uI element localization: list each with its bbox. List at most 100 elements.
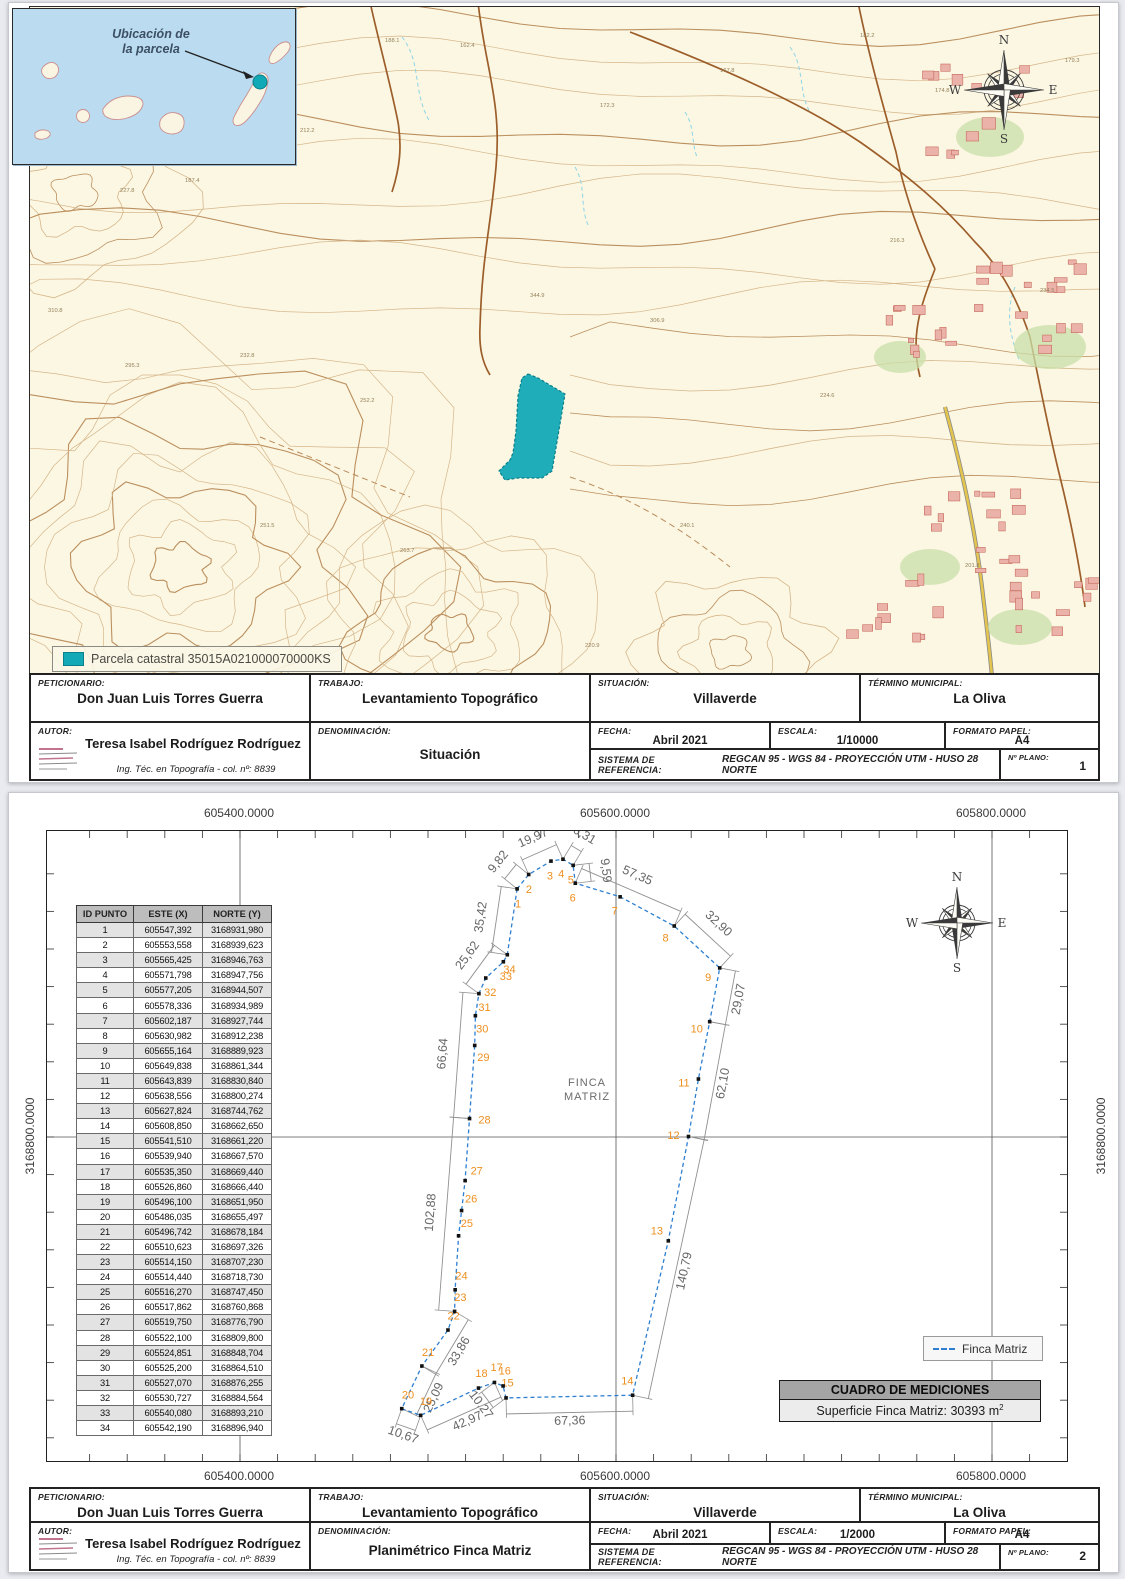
dimension-label: 25,62	[452, 939, 482, 973]
table-row: 16605539,9403168667,570	[77, 1149, 272, 1164]
cell-norte: 3168864,510	[203, 1360, 272, 1375]
point-id-label: 8	[662, 933, 668, 945]
vertex-marker	[631, 1393, 635, 1397]
cell-id: 28	[77, 1330, 134, 1345]
cell-este: 605542,190	[134, 1421, 203, 1436]
cell-norte: 3168830,840	[203, 1073, 272, 1088]
cell-norte: 3168944,507	[203, 983, 272, 998]
cell-id: 14	[77, 1119, 134, 1134]
table-row: 23605514,1503168707,230	[77, 1255, 272, 1270]
elevation-label: 182.2	[860, 33, 875, 39]
table-row: 15605541,5103168661,220	[77, 1134, 272, 1149]
cuadro-title: CUADRO DE MEDICIONES	[780, 1381, 1040, 1400]
vertex-marker	[473, 1044, 477, 1048]
cell-este: 605526,860	[134, 1179, 203, 1194]
table-row: 5605577,2053168944,507	[77, 983, 272, 998]
cell-este: 605524,851	[134, 1345, 203, 1360]
vertex-marker	[400, 1407, 404, 1411]
table-header: NORTE (Y)	[203, 906, 272, 923]
compass-e: E	[998, 916, 1007, 930]
axis-label-top-3: 605800.0000	[956, 806, 1026, 820]
cell-este: 605516,270	[134, 1285, 203, 1300]
cell-id: 29	[77, 1345, 134, 1360]
island-el-hierro	[35, 130, 50, 139]
point-id-label: 25	[461, 1218, 473, 1230]
table-header-row: ID PUNTOESTE (X)NORTE (Y)	[77, 906, 272, 923]
point-id-label: 3	[547, 871, 553, 883]
cell-este: 605547,392	[134, 923, 203, 938]
point-id-label: 4	[558, 869, 564, 881]
titleblock-denominacion: DENOMINACIÓN:Planimétrico Finca Matriz	[310, 1522, 590, 1570]
elevation-label: 162.4	[460, 43, 475, 49]
cell-este: 605510,623	[134, 1239, 203, 1254]
cell-id: 3	[77, 953, 134, 968]
vertex-marker	[667, 1239, 671, 1243]
author-stamp-icon	[37, 1534, 81, 1564]
compass-rose-sheet2: NESW	[906, 870, 1007, 975]
cell-norte: 3168651,950	[203, 1194, 272, 1209]
cell-este: 605530,727	[134, 1390, 203, 1405]
point-id-label: 23	[454, 1292, 466, 1304]
vertex-marker	[502, 960, 506, 964]
cell-norte: 3168744,762	[203, 1104, 272, 1119]
island-gran-canaria	[160, 113, 184, 134]
cell-norte: 3168876,255	[203, 1375, 272, 1390]
cell-este: 605627,824	[134, 1104, 203, 1119]
cell-norte: 3168889,923	[203, 1043, 272, 1058]
cell-norte: 3168747,450	[203, 1285, 272, 1300]
elevation-label: 220.9	[585, 643, 600, 649]
axis-label-top-2: 605600.0000	[580, 806, 650, 820]
cell-norte: 3168896,940	[203, 1421, 272, 1436]
cell-norte: 3168697,326	[203, 1239, 272, 1254]
table-row: 33605540,0803168893,210	[77, 1406, 272, 1421]
vertex-marker	[477, 1386, 481, 1390]
cell-norte: 3168666,440	[203, 1179, 272, 1194]
cell-id: 4	[77, 968, 134, 983]
point-id-label: 21	[422, 1347, 434, 1359]
finca-matriz-label: FINCA MATRIZ	[564, 1076, 610, 1104]
cell-norte: 3168931,980	[203, 923, 272, 938]
map-legend: Parcela catastral 35015A021000070000KS	[52, 646, 342, 672]
table-row: 9605655,1643168889,923	[77, 1043, 272, 1058]
sheet-situacion: 187.4172.3167.8162.4188.1182.2174.8179.3…	[8, 2, 1119, 783]
inset-location-map: Ubicación de la parcela	[12, 8, 296, 165]
cuadro-mediciones: CUADRO DE MEDICIONES Superficie Finca Ma…	[779, 1380, 1041, 1422]
vertex-marker	[504, 1396, 508, 1400]
elevation-label: 252.2	[360, 398, 375, 404]
cell-id: 1	[77, 923, 134, 938]
cell-id: 34	[77, 1421, 134, 1436]
vertex-marker	[571, 864, 575, 868]
table-row: 34605542,1903168896,940	[77, 1421, 272, 1436]
island-la-gomera	[77, 110, 90, 123]
vertex-marker	[453, 1310, 457, 1314]
cell-id: 23	[77, 1255, 134, 1270]
table-row: 3605565,4253168946,763	[77, 953, 272, 968]
cell-norte: 3168848,704	[203, 1345, 272, 1360]
cell-norte: 3168893,210	[203, 1406, 272, 1421]
cell-norte: 3168946,763	[203, 953, 272, 968]
cell-id: 20	[77, 1209, 134, 1224]
cell-norte: 3168667,570	[203, 1149, 272, 1164]
plan-legend: Finca Matriz	[923, 1336, 1043, 1361]
cell-id: 33	[77, 1406, 134, 1421]
table-row: 13605627,8243168744,762	[77, 1104, 272, 1119]
vertex-marker	[718, 966, 722, 970]
cell-este: 605519,750	[134, 1315, 203, 1330]
table-row: 32605530,7273168884,564	[77, 1390, 272, 1405]
cell-este: 605541,510	[134, 1134, 203, 1149]
table-row: 31605527,0703168876,255	[77, 1375, 272, 1390]
cell-norte: 3168655,497	[203, 1209, 272, 1224]
elevation-label: 240.1	[680, 523, 695, 529]
cell-id: 16	[77, 1149, 134, 1164]
cell-id: 24	[77, 1270, 134, 1285]
point-id-label: 12	[667, 1130, 679, 1142]
parcel-swatch-icon	[63, 652, 84, 666]
cell-id: 2	[77, 938, 134, 953]
cell-este: 605638,556	[134, 1089, 203, 1104]
cell-id: 11	[77, 1073, 134, 1088]
dimension-label: 10,67	[386, 1423, 420, 1447]
cell-este: 605571,798	[134, 968, 203, 983]
titleblock-fecha: FECHA:Abril 2021	[590, 1522, 770, 1544]
point-id-label: 28	[478, 1115, 490, 1127]
cell-este: 605655,164	[134, 1043, 203, 1058]
